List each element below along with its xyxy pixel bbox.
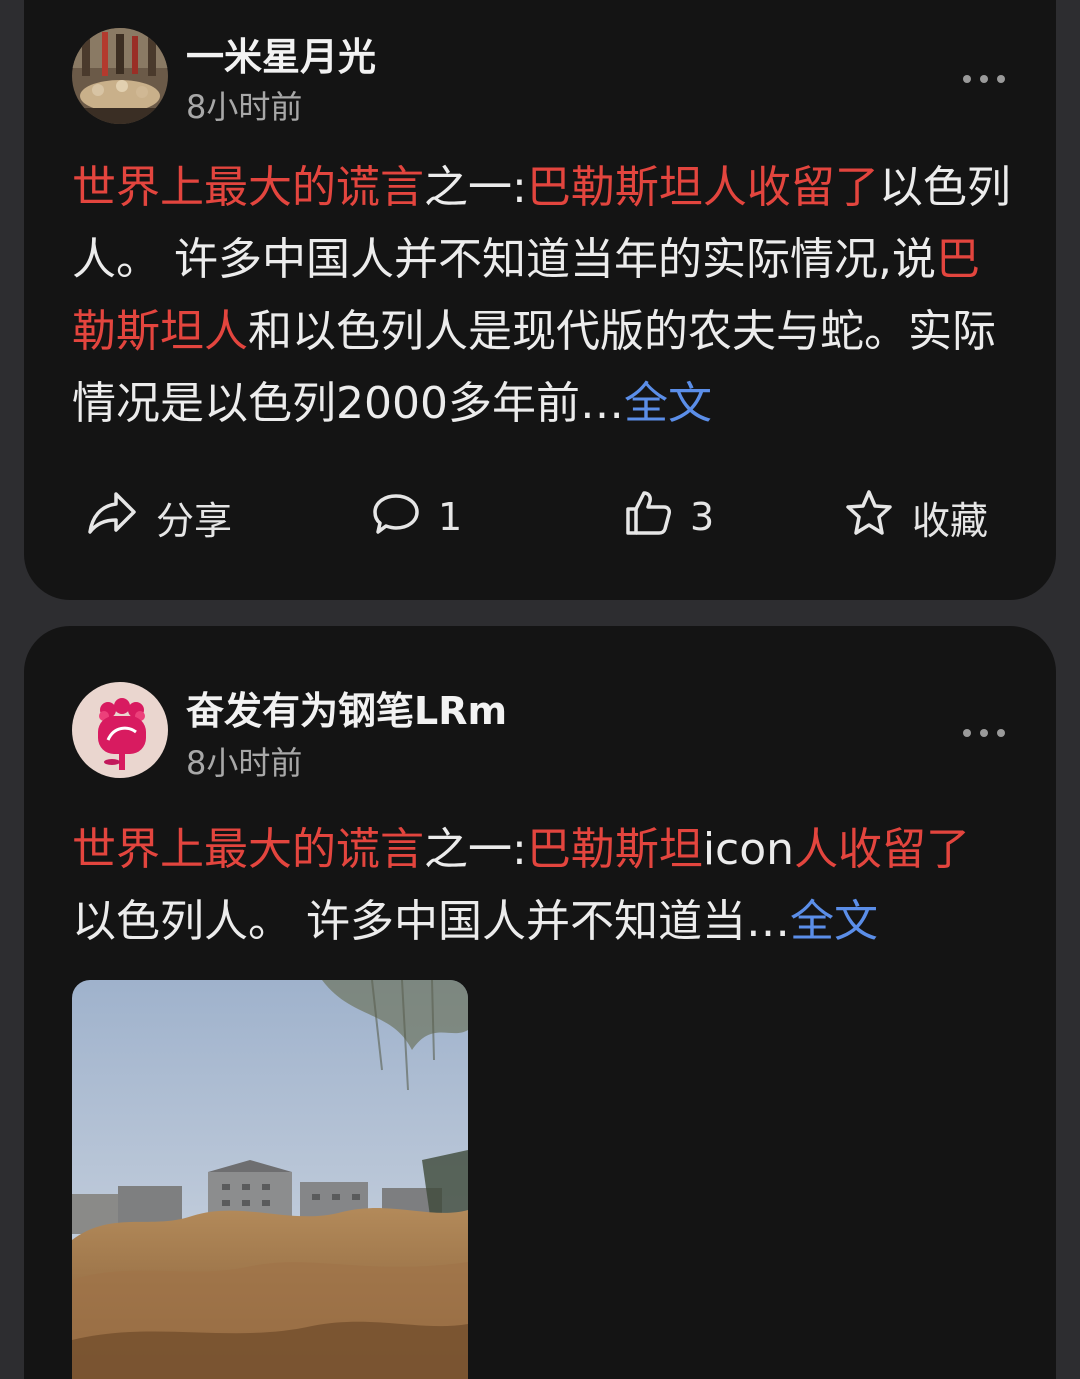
read-full-link[interactable]: 全文 (790, 896, 878, 947)
highlight-text[interactable]: 巴勒斯坦人收留了 (527, 162, 879, 213)
post-time: 8小时前 (186, 88, 303, 126)
post-body[interactable]: 世界上最大的谎言之一:巴勒斯坦人收留了以色列人。 许多中国人并不知道当年的实际情… (72, 152, 1012, 440)
body-text-segment: 以色列人。 许多中国人并不知道当 (72, 896, 746, 947)
highlight-text[interactable]: 世界上最大的谎言 (72, 824, 424, 875)
share-label: 分享 (156, 498, 233, 543)
like-icon (624, 489, 690, 546)
like-button[interactable]: 3 (624, 485, 714, 549)
favorite-icon (844, 489, 912, 546)
author-name[interactable]: 一米星月光 (186, 26, 376, 81)
more-icon[interactable] (962, 70, 1006, 83)
favorite-button[interactable]: 收藏 (844, 485, 988, 549)
favorite-label: 收藏 (912, 498, 989, 543)
ellipsis: … (746, 896, 790, 947)
read-full-link[interactable]: 全文 (624, 378, 712, 429)
post-card[interactable]: 奋发有为钢笔LRm 8小时前 世界上最大的谎言之一:巴勒斯坦icon人收留了以色… (24, 626, 1056, 1379)
post-body[interactable]: 世界上最大的谎言之一:巴勒斯坦icon人收留了以色列人。 许多中国人并不知道当…… (72, 814, 1012, 958)
post-card[interactable]: 一米星月光 8小时前 世界上最大的谎言之一:巴勒斯坦人收留了以色列人。 许多中国… (24, 0, 1056, 600)
highlight-text[interactable]: 人收留了 (794, 824, 970, 875)
avatar[interactable] (72, 682, 168, 778)
body-text-segment: 之一: (424, 162, 527, 213)
feed: 一米星月光 8小时前 世界上最大的谎言之一:巴勒斯坦人收留了以色列人。 许多中国… (0, 0, 1080, 1379)
like-count: 3 (690, 495, 715, 539)
highlight-text[interactable]: 巴勒斯坦 (527, 824, 703, 875)
comment-icon (372, 490, 438, 545)
highlight-text[interactable]: 世界上最大的谎言 (72, 162, 424, 213)
action-bar: 分享 1 3 收藏 (24, 485, 1056, 549)
share-button[interactable]: 分享 (86, 485, 232, 549)
author-name[interactable]: 奋发有为钢笔LRm (186, 680, 507, 735)
comment-count: 1 (438, 495, 463, 539)
share-icon (86, 490, 156, 545)
post-time: 8小时前 (186, 744, 303, 782)
body-text-segment: icon (702, 824, 795, 875)
comment-button[interactable]: 1 (372, 485, 462, 549)
body-text-segment: 之一: (424, 824, 527, 875)
avatar[interactable] (72, 28, 168, 124)
post-image[interactable] (72, 980, 468, 1379)
more-icon[interactable] (962, 724, 1006, 737)
ellipsis: … (579, 378, 624, 429)
